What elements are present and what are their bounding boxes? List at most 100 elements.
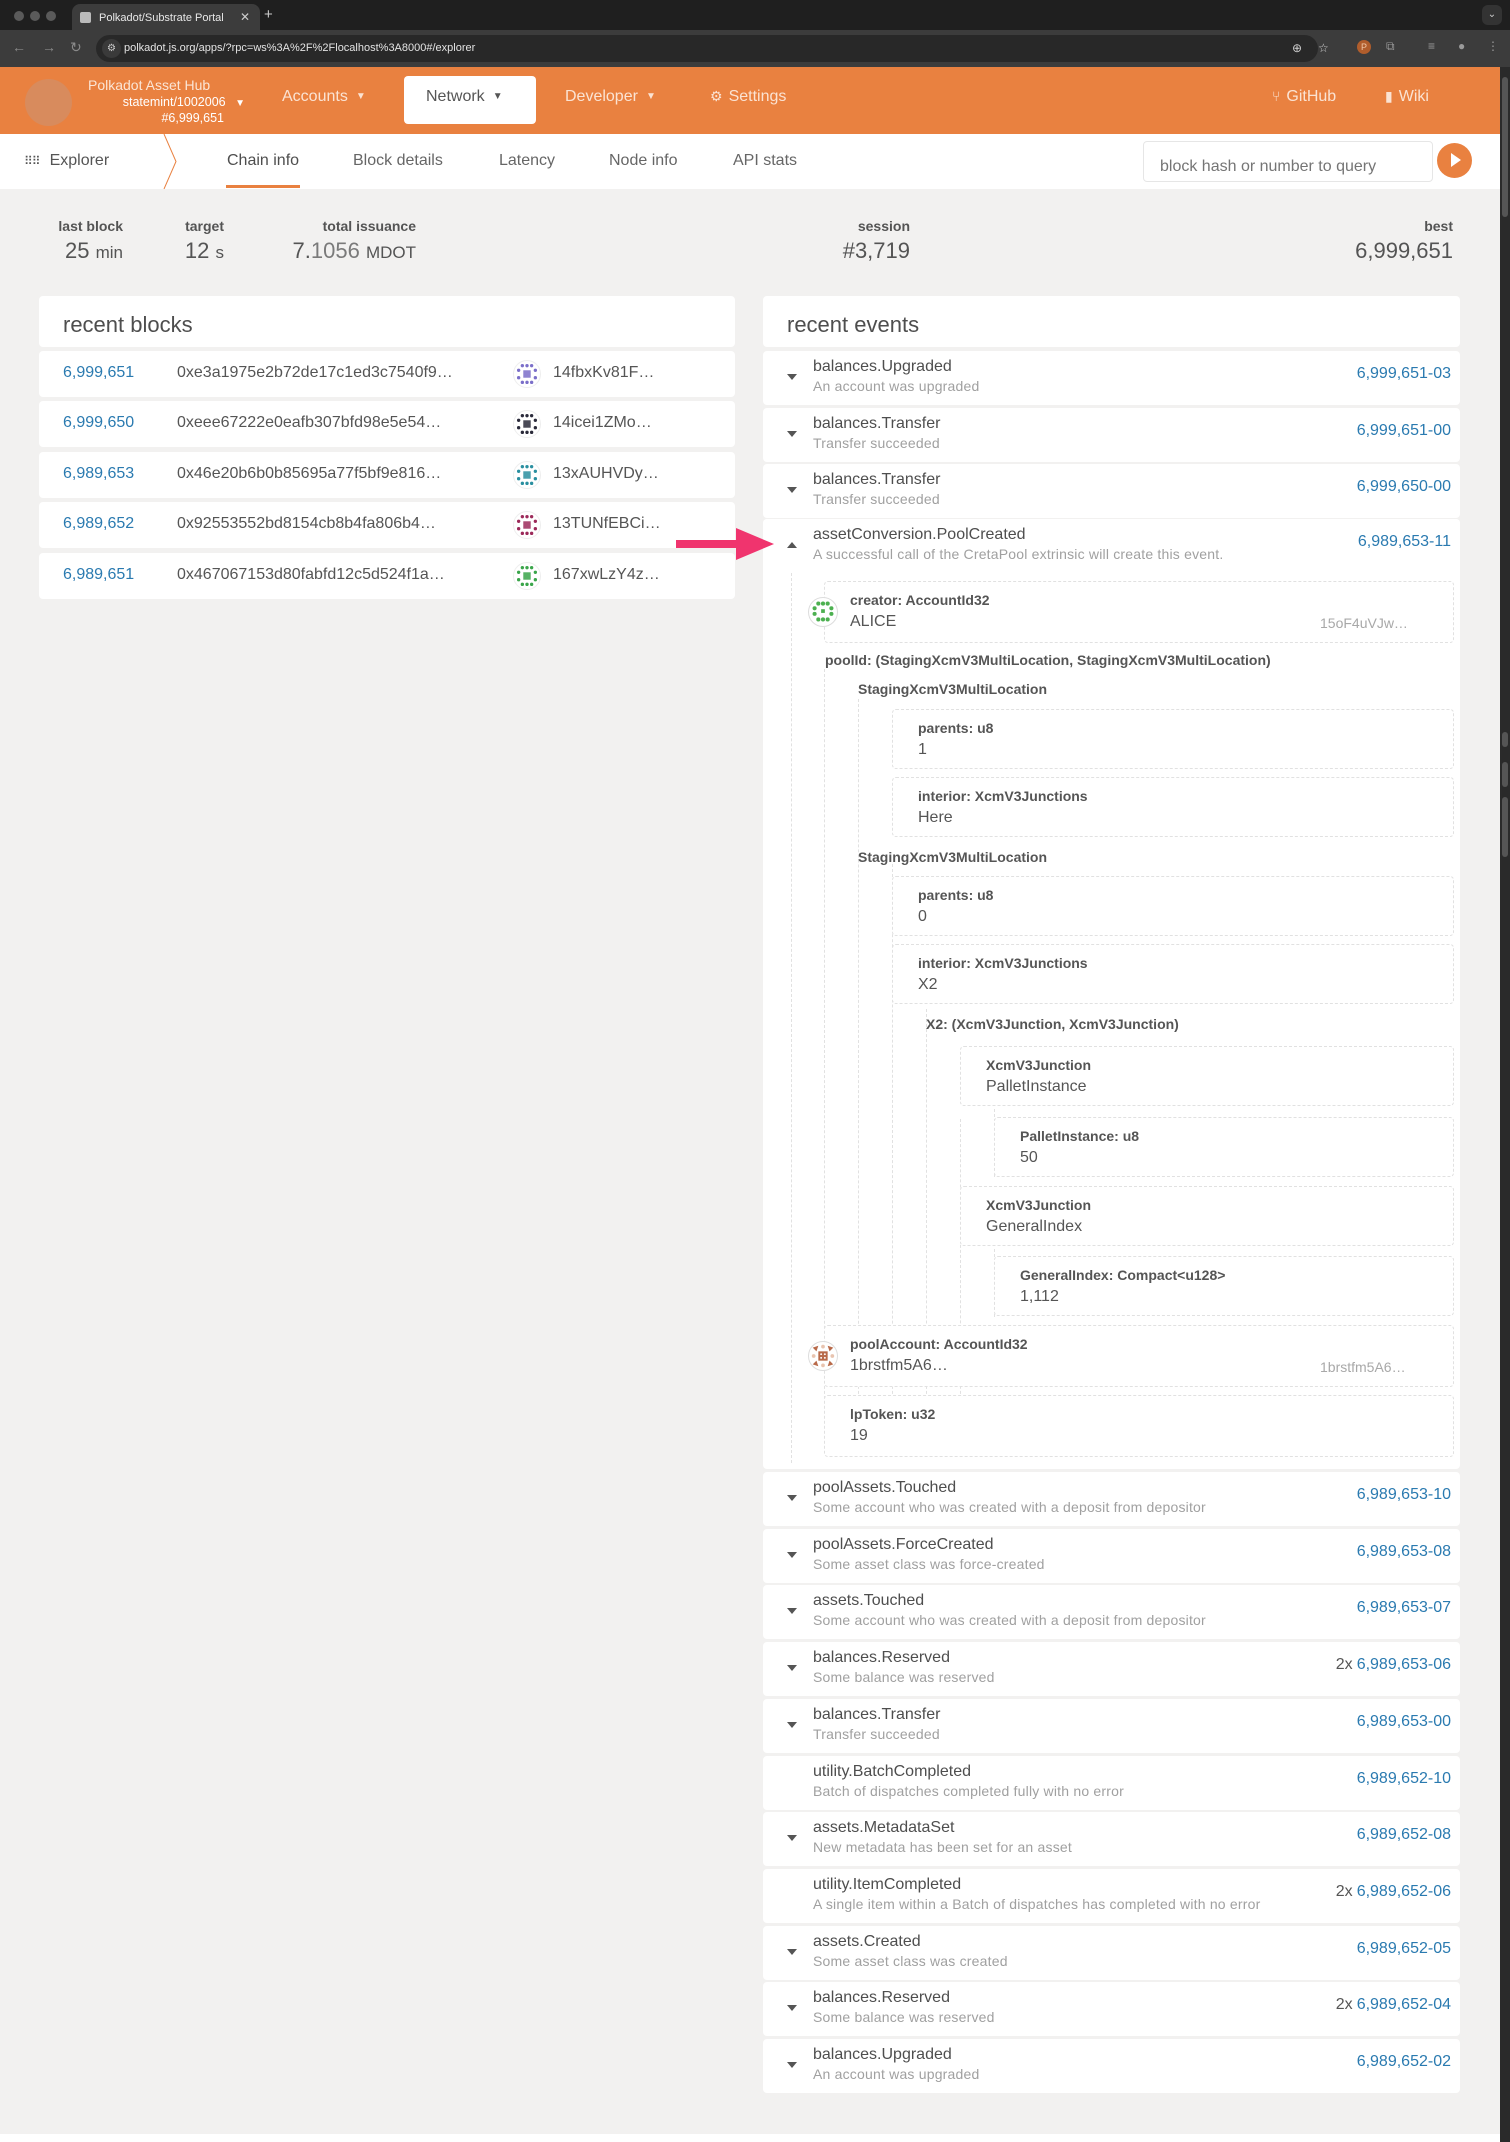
creator-address[interactable]: 15oF4uVJw… xyxy=(1320,615,1408,631)
event-index-link[interactable]: 6,989,652-08 xyxy=(1357,1826,1451,1843)
event-index-link[interactable]: 6,989,653-06 xyxy=(1357,1656,1451,1673)
tab-node-info[interactable]: Node info xyxy=(609,152,678,170)
event-row[interactable]: poolAssets.ForceCreated Some asset class … xyxy=(763,1528,1460,1583)
block-author[interactable]: 14icei1ZMo… xyxy=(553,414,652,432)
block-number-link[interactable]: 6,999,651 xyxy=(63,364,134,382)
chain-selector[interactable]: statemint/1002006 ▼ xyxy=(123,95,245,109)
event-row[interactable]: balances.Upgraded An account was upgraded… xyxy=(763,351,1460,405)
tab-search-icon[interactable]: ⌄ xyxy=(1482,5,1502,25)
event-row[interactable]: poolAssets.Touched Some account who was c… xyxy=(763,1472,1460,1526)
expand-icon[interactable] xyxy=(787,1835,797,1842)
event-index-link[interactable]: 6,989,653-08 xyxy=(1357,1543,1451,1560)
expand-icon[interactable] xyxy=(787,2005,797,2012)
browser-tab[interactable]: Polkadot/Substrate Portal ✕ xyxy=(72,4,260,30)
close-window-button[interactable] xyxy=(14,11,24,21)
author-identicon[interactable] xyxy=(513,410,541,438)
event-row[interactable]: balances.Reserved Some balance was reserv… xyxy=(763,1642,1460,1697)
creator-identicon[interactable] xyxy=(808,597,838,627)
zoom-icon[interactable]: ⊕ xyxy=(1292,41,1302,55)
url-text[interactable]: polkadot.js.org/apps/?rpc=ws%3A%2F%2Floc… xyxy=(124,42,475,54)
back-icon[interactable]: ← xyxy=(12,39,26,55)
link-github[interactable]: ⑂ GitHub xyxy=(1272,88,1336,106)
event-row[interactable]: balances.Transfer Transfer succeeded 6,999… xyxy=(763,464,1460,519)
author-identicon[interactable] xyxy=(513,562,541,590)
event-row[interactable]: balances.Transfer Transfer succeeded 6,999… xyxy=(763,407,1460,462)
event-index-link[interactable]: 6,999,651-03 xyxy=(1357,365,1451,382)
pool-account-identicon[interactable] xyxy=(808,1341,838,1371)
event-index-link[interactable]: 6,989,653-00 xyxy=(1357,1713,1451,1730)
tab-block-details[interactable]: Block details xyxy=(353,152,443,170)
pool-account-name[interactable]: 1brstfm5A6… xyxy=(850,1357,948,1375)
event-row[interactable]: balances.Transfer Transfer succeeded 6,989… xyxy=(763,1698,1460,1753)
profile-icon[interactable]: ● xyxy=(1458,39,1465,53)
address-bar[interactable]: ⚙ polkadot.js.org/apps/?rpc=ws%3A%2F%2Fl… xyxy=(96,35,1329,62)
polkadot-extension-icon[interactable]: P xyxy=(1357,40,1371,54)
scrollbar-thumb[interactable] xyxy=(1502,77,1508,217)
tab-latency[interactable]: Latency xyxy=(499,152,555,170)
menu-accounts[interactable]: Accounts ▼ xyxy=(282,88,366,106)
event-row[interactable]: balances.Upgraded An account was upgraded… xyxy=(763,2039,1460,2093)
creator-name[interactable]: ALICE xyxy=(850,613,896,631)
event-row[interactable]: assets.Touched Some account who was creat… xyxy=(763,1585,1460,1640)
event-row[interactable]: utility.BatchCompleted Batch of dispatche… xyxy=(763,1755,1460,1810)
new-tab-icon[interactable]: + xyxy=(264,6,273,23)
tab-api-stats[interactable]: API stats xyxy=(733,152,797,170)
query-go-button[interactable] xyxy=(1437,143,1472,178)
reload-icon[interactable]: ↻ xyxy=(70,39,82,56)
chain-name[interactable]: Polkadot Asset Hub xyxy=(88,77,210,93)
event-index-link[interactable]: 6,989,652-05 xyxy=(1357,1940,1451,1957)
author-identicon[interactable] xyxy=(513,461,541,489)
block-author[interactable]: 14fbxKv81F… xyxy=(553,364,654,382)
event-index-link[interactable]: 6,989,652-02 xyxy=(1357,2053,1451,2070)
block-number-link[interactable]: 6,989,651 xyxy=(63,566,134,584)
event-index-link[interactable]: 6,989,653-10 xyxy=(1357,1486,1451,1503)
block-author[interactable]: 167xwLzY4z… xyxy=(553,566,660,584)
page-scrollbar[interactable] xyxy=(1500,67,1510,2142)
event-row[interactable]: assets.Created Some asset class was creat… xyxy=(763,1925,1460,1980)
block-author[interactable]: 13xAUHVDy… xyxy=(553,465,659,483)
expand-icon[interactable] xyxy=(787,1551,797,1558)
event-index-link[interactable]: 6,999,650-00 xyxy=(1357,478,1451,495)
menu-network[interactable]: Network ▼ xyxy=(404,76,536,124)
link-wiki[interactable]: ▮ Wiki xyxy=(1385,88,1429,106)
chain-logo[interactable] xyxy=(25,79,72,126)
expand-icon[interactable] xyxy=(787,374,797,380)
event-index-link[interactable]: 6,989,653-11 xyxy=(1358,533,1451,551)
event-row[interactable]: balances.Reserved Some balance was reserv… xyxy=(763,1982,1460,2037)
collapse-icon[interactable] xyxy=(787,542,797,548)
author-identicon[interactable] xyxy=(513,511,541,539)
menu-settings[interactable]: ⚙ Settings xyxy=(710,88,786,106)
event-index-link[interactable]: 6,999,651-00 xyxy=(1357,422,1451,439)
event-index-link[interactable]: 6,989,652-10 xyxy=(1357,1770,1451,1787)
expand-icon[interactable] xyxy=(787,2062,797,2068)
expand-icon[interactable] xyxy=(787,1495,797,1501)
site-info-icon[interactable]: ⚙ xyxy=(102,39,121,58)
event-index-link[interactable]: 6,989,652-06 xyxy=(1357,1883,1451,1900)
event-index-link[interactable]: 6,989,652-04 xyxy=(1357,1996,1451,2013)
browser-menu-icon[interactable]: ⋮ xyxy=(1487,39,1499,53)
block-number-link[interactable]: 6,989,653 xyxy=(63,465,134,483)
extensions-icon[interactable]: ⧉ xyxy=(1386,39,1395,54)
minimize-window-button[interactable] xyxy=(30,11,40,21)
block-number-link[interactable]: 6,989,652 xyxy=(63,515,134,533)
author-identicon[interactable] xyxy=(513,360,541,388)
event-row[interactable]: utility.ItemCompleted A single item withi… xyxy=(763,1868,1460,1923)
event-row[interactable]: assets.MetadataSet New metadata has been … xyxy=(763,1812,1460,1867)
block-number-link[interactable]: 6,999,650 xyxy=(63,414,134,432)
app-switcher[interactable]: ⠿⠿ Explorer xyxy=(24,152,109,170)
expand-icon[interactable] xyxy=(787,1665,797,1672)
expand-icon[interactable] xyxy=(787,1948,797,1955)
block-query-input[interactable] xyxy=(1143,141,1433,182)
forward-icon[interactable]: → xyxy=(42,39,56,55)
tab-chain-info[interactable]: Chain info xyxy=(225,152,301,188)
maximize-window-button[interactable] xyxy=(46,11,56,21)
pool-account-address[interactable]: 1brstfm5A6… xyxy=(1320,1359,1406,1375)
expand-icon[interactable] xyxy=(787,1721,797,1728)
expand-icon[interactable] xyxy=(787,1608,797,1615)
close-tab-icon[interactable]: ✕ xyxy=(240,10,250,24)
media-controls-icon[interactable]: ≡ xyxy=(1428,39,1435,53)
bookmark-star-icon[interactable]: ☆ xyxy=(1318,41,1329,55)
menu-developer[interactable]: Developer ▼ xyxy=(565,88,656,106)
expand-icon[interactable] xyxy=(787,430,797,437)
event-index-link[interactable]: 6,989,653-07 xyxy=(1357,1599,1451,1616)
